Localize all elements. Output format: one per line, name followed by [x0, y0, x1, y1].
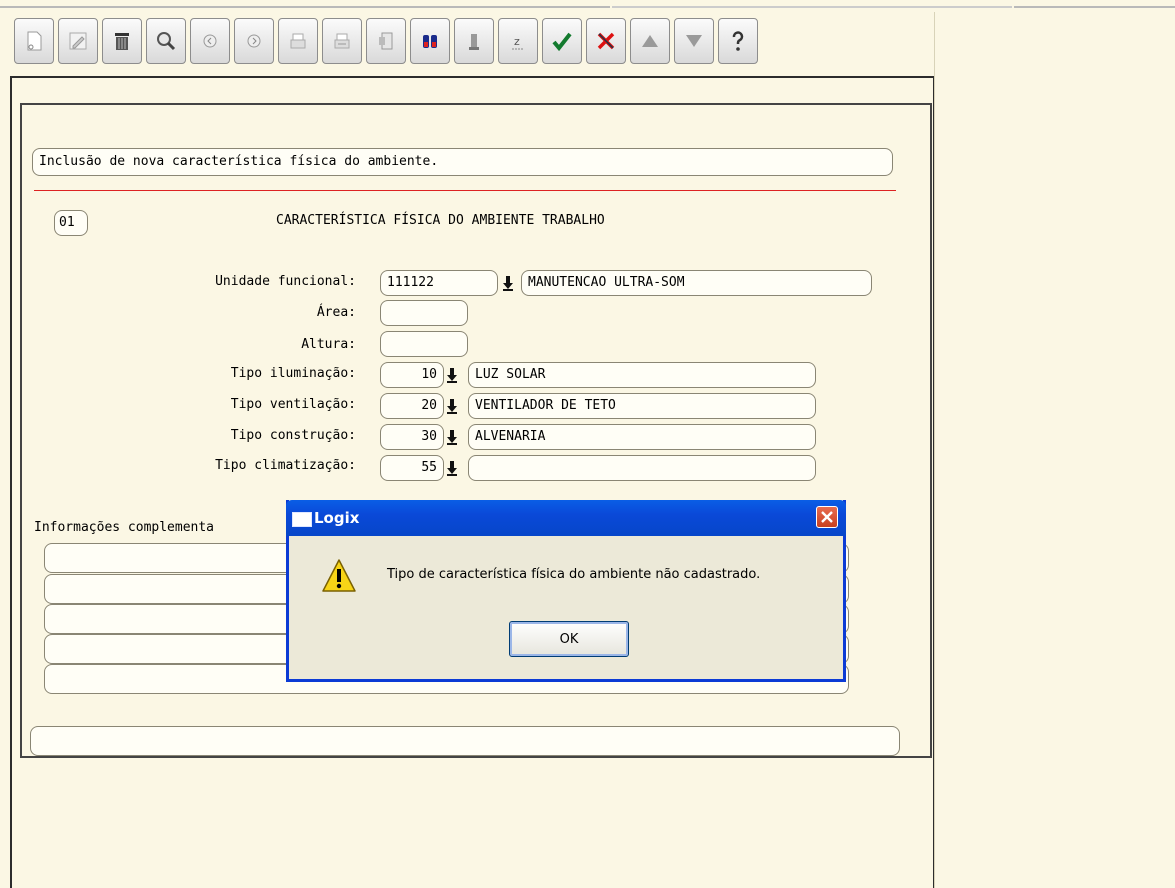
edit-button[interactable] [58, 18, 98, 64]
complementary-info-label: Informações complementa [34, 520, 215, 535]
arrow-down-icon [447, 430, 457, 445]
bottom-status-bar [30, 726, 900, 756]
tipo-ventilacao-description: VENTILADOR DE TETO [468, 393, 816, 419]
unidade-funcional-code-input[interactable]: 111122 [380, 270, 498, 296]
delete-button[interactable] [102, 18, 142, 64]
export-button[interactable] [366, 18, 406, 64]
status-message: Inclusão de nova característica física d… [32, 148, 893, 176]
tipo-ventilacao-label: Tipo ventilação: [230, 397, 356, 412]
tipo-construcao-code-input[interactable]: 30 [380, 424, 444, 450]
print-preview-button[interactable] [322, 18, 362, 64]
last-button[interactable] [674, 18, 714, 64]
arrow-down-icon [447, 399, 457, 414]
search-icon [157, 32, 176, 51]
unidade-funcional-label: Unidade funcional: [215, 274, 356, 289]
cancel-icon [597, 32, 615, 50]
help-icon [732, 31, 744, 51]
warning-icon [322, 559, 356, 592]
ok-button[interactable]: OK [509, 621, 629, 657]
close-icon [821, 511, 833, 523]
print-preview-icon [334, 33, 350, 49]
export-icon [379, 32, 393, 50]
message-dialog: Logix Tipo de característica física do a… [286, 500, 846, 682]
construcao-zoom-button[interactable] [446, 428, 458, 446]
confirm-icon [552, 32, 572, 52]
right-pane [934, 12, 1175, 888]
altura-label: Altura: [301, 337, 356, 352]
next-icon [247, 34, 261, 48]
area-input[interactable] [380, 300, 468, 326]
svg-text:z: z [514, 35, 520, 48]
record-number: 01 [54, 210, 88, 236]
binoculars-button[interactable] [410, 18, 450, 64]
window-top-strip [0, 0, 1175, 12]
first-icon [642, 35, 658, 47]
tipo-iluminacao-code-input[interactable]: 10 [380, 362, 444, 388]
arrow-down-icon [503, 276, 513, 291]
next-button[interactable] [234, 18, 274, 64]
unidade-zoom-button[interactable] [502, 274, 514, 292]
summary-button[interactable]: z [498, 18, 538, 64]
confirm-button[interactable] [542, 18, 582, 64]
toolbar: z [10, 14, 934, 74]
altura-input[interactable] [380, 331, 468, 357]
dialog-titlebar[interactable]: Logix [286, 500, 846, 536]
arrow-down-icon [447, 461, 457, 476]
info-button[interactable] [454, 18, 494, 64]
tipo-climatizacao-label: Tipo climatização: [215, 458, 356, 473]
divider [1014, 6, 1175, 8]
previous-icon [203, 34, 217, 48]
tipo-iluminacao-label: Tipo iluminação: [230, 366, 356, 381]
cancel-button[interactable] [586, 18, 626, 64]
edit-icon [69, 32, 87, 50]
previous-button[interactable] [190, 18, 230, 64]
delete-icon [115, 33, 129, 50]
tipo-ventilacao-code-input[interactable]: 20 [380, 393, 444, 419]
tipo-iluminacao-description: LUZ SOLAR [468, 362, 816, 388]
last-icon [686, 35, 702, 47]
dialog-title: Logix [314, 509, 360, 527]
dialog-message: Tipo de característica física do ambient… [387, 567, 761, 582]
iluminacao-zoom-button[interactable] [446, 366, 458, 384]
first-button[interactable] [630, 18, 670, 64]
info-icon [469, 34, 479, 50]
section-title: CARACTERÍSTICA FÍSICA DO AMBIENTE TRABAL… [276, 213, 605, 228]
tipo-construcao-label: Tipo construção: [230, 428, 356, 443]
new-icon [27, 31, 42, 51]
tipo-climatizacao-code-input[interactable]: 55 [380, 455, 444, 481]
divider [612, 6, 1012, 8]
binoculars-icon [423, 35, 437, 48]
unidade-funcional-description: MANUTENCAO ULTRA-SOM [521, 270, 872, 296]
print-icon [290, 33, 306, 49]
search-button[interactable] [146, 18, 186, 64]
summary-icon: z [512, 35, 524, 50]
climatizacao-zoom-button[interactable] [446, 459, 458, 477]
divider [34, 190, 896, 191]
help-button[interactable] [718, 18, 758, 64]
ventilacao-zoom-button[interactable] [446, 397, 458, 415]
print-button[interactable] [278, 18, 318, 64]
arrow-down-icon [447, 368, 457, 383]
divider [0, 6, 610, 8]
area-label: Área: [316, 305, 356, 320]
dialog-close-button[interactable] [816, 506, 838, 528]
tipo-climatizacao-description [468, 455, 816, 481]
window-icon [292, 512, 312, 527]
new-button[interactable] [14, 18, 54, 64]
tipo-construcao-description: ALVENARIA [468, 424, 816, 450]
